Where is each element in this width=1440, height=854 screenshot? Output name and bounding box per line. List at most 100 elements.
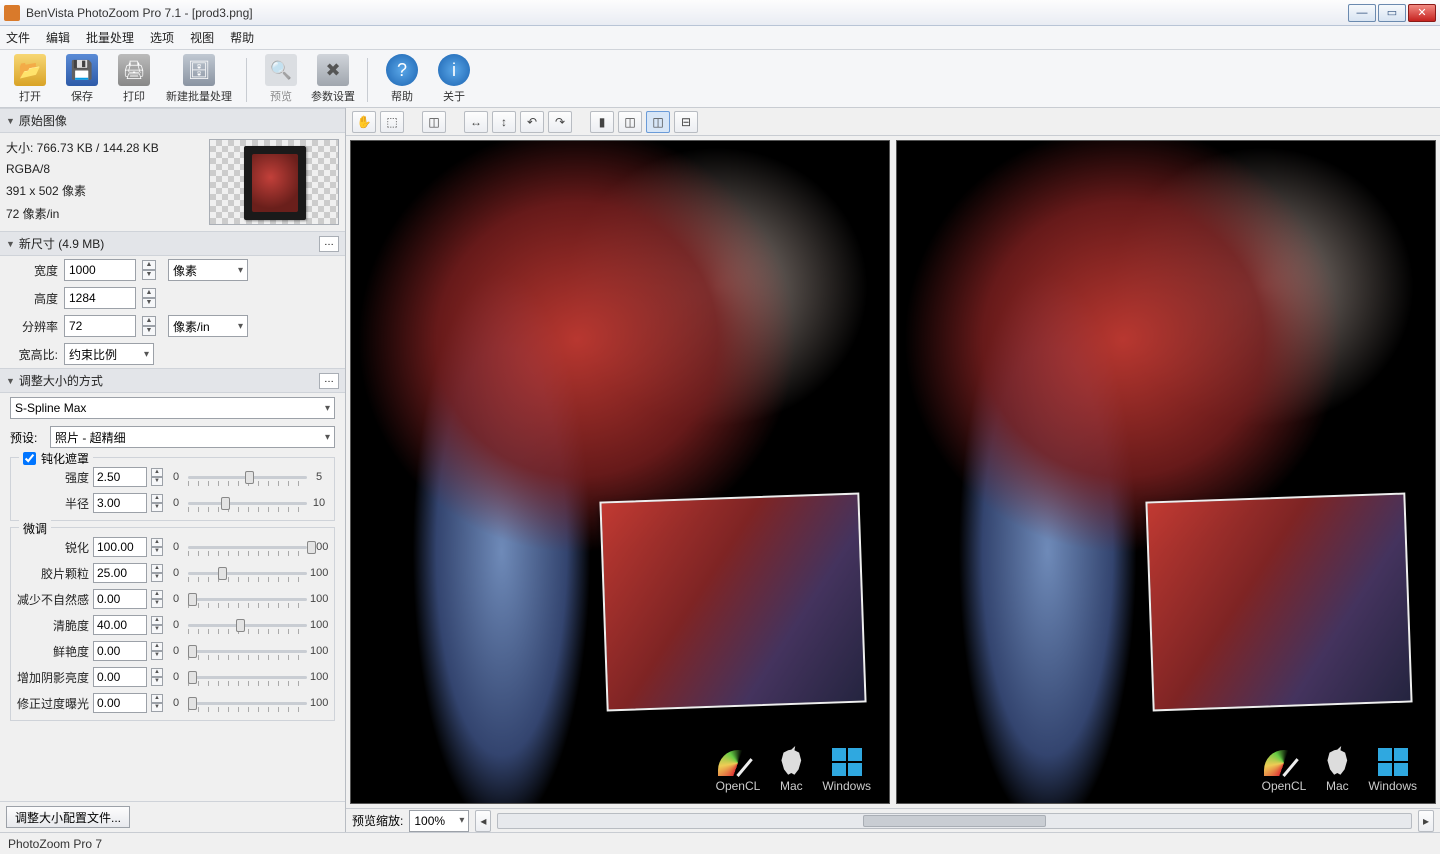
width-input[interactable]: 1000 bbox=[64, 259, 136, 281]
params-button[interactable]: ✖参数设置 bbox=[311, 54, 355, 104]
zoom-select[interactable]: 100% bbox=[409, 810, 469, 832]
flip-h-icon[interactable]: ↔ bbox=[464, 111, 488, 133]
orig-mode: RGBA/8 bbox=[6, 162, 201, 176]
layout-split-center-icon[interactable]: ◫ bbox=[618, 111, 642, 133]
flip-v-icon[interactable]: ↕ bbox=[492, 111, 516, 133]
menu-bar: 文件 编辑 批量处理 选项 视图 帮助 bbox=[0, 26, 1440, 50]
menu-options[interactable]: 选项 bbox=[150, 29, 174, 46]
crop-tool-icon[interactable]: ◫ bbox=[422, 111, 446, 133]
unsharp-strength-input[interactable]: 2.50 bbox=[93, 467, 147, 487]
window-title: BenVista PhotoZoom Pro 7.1 - [prod3.png] bbox=[26, 6, 1348, 20]
unsharp-radius-spinner[interactable]: ▲▼ bbox=[151, 494, 163, 512]
save-button[interactable]: 💾保存 bbox=[60, 54, 104, 104]
unsharp-radius-input[interactable]: 3.00 bbox=[93, 493, 147, 513]
rotate-cw-icon[interactable]: ↷ bbox=[548, 111, 572, 133]
finetune-spinner-2[interactable]: ▲▼ bbox=[151, 590, 163, 608]
preview-right[interactable]: OpenCL Mac Windows bbox=[896, 140, 1436, 804]
finetune-input-3[interactable]: 40.00 bbox=[93, 615, 147, 635]
toolbar-separator bbox=[367, 58, 368, 102]
finetune-input-2[interactable]: 0.00 bbox=[93, 589, 147, 609]
view-area: ✋ ⬚ ◫ ↔ ↕ ↶ ↷ ▮ ◫ ◫ ⊟ OpenCL Mac Windows bbox=[346, 108, 1440, 832]
finetune-input-4[interactable]: 0.00 bbox=[93, 641, 147, 661]
open-button[interactable]: 📂打开 bbox=[8, 54, 52, 104]
section-resize[interactable]: ▼ 调整大小的方式 … bbox=[0, 368, 345, 393]
menu-edit[interactable]: 编辑 bbox=[46, 29, 70, 46]
layout-split-v-icon[interactable]: ⊟ bbox=[674, 111, 698, 133]
finetune-input-5[interactable]: 0.00 bbox=[93, 667, 147, 687]
apple-icon: Mac bbox=[778, 746, 804, 793]
about-button[interactable]: i关于 bbox=[432, 54, 476, 104]
zoom-label: 预览缩放: bbox=[352, 812, 403, 829]
layout-single-icon[interactable]: ▮ bbox=[590, 111, 614, 133]
width-spinner[interactable]: ▲▼ bbox=[142, 260, 156, 280]
resize-profile-button[interactable]: 调整大小配置文件... bbox=[6, 806, 130, 828]
preset-select[interactable]: 照片 - 超精细 bbox=[50, 426, 335, 448]
method-select[interactable]: S-Spline Max bbox=[10, 397, 335, 419]
menu-view[interactable]: 视图 bbox=[190, 29, 214, 46]
resolution-input[interactable]: 72 bbox=[64, 315, 136, 337]
new-batch-button[interactable]: 🗄新建批量处理 bbox=[164, 54, 234, 104]
apple-icon: Mac bbox=[1324, 746, 1350, 793]
finetune-slider-3[interactable] bbox=[188, 624, 307, 627]
preview-left[interactable]: OpenCL Mac Windows bbox=[350, 140, 890, 804]
finetune-slider-4[interactable] bbox=[188, 650, 307, 653]
finetune-slider-0[interactable] bbox=[188, 546, 307, 549]
marquee-tool-icon[interactable]: ⬚ bbox=[380, 111, 404, 133]
finetune-input-1[interactable]: 25.00 bbox=[93, 563, 147, 583]
section-original[interactable]: ▼ 原始图像 bbox=[0, 108, 345, 133]
unsharp-strength-spinner[interactable]: ▲▼ bbox=[151, 468, 163, 486]
finetune-label: 胶片颗粒 bbox=[17, 565, 89, 582]
view-toolbar: ✋ ⬚ ◫ ↔ ↕ ↶ ↷ ▮ ◫ ◫ ⊟ bbox=[346, 108, 1440, 136]
original-thumbnail[interactable] bbox=[209, 139, 339, 225]
finetune-spinner-5[interactable]: ▲▼ bbox=[151, 668, 163, 686]
finetune-input-0[interactable]: 100.00 bbox=[93, 537, 147, 557]
unsharp-radius-slider[interactable] bbox=[188, 502, 307, 505]
print-button[interactable]: 🖨打印 bbox=[112, 54, 156, 104]
maximize-button[interactable]: ▭ bbox=[1378, 4, 1406, 22]
finetune-spinner-1[interactable]: ▲▼ bbox=[151, 564, 163, 582]
finetune-spinner-4[interactable]: ▲▼ bbox=[151, 642, 163, 660]
help-button[interactable]: ?帮助 bbox=[380, 54, 424, 104]
unsharp-fieldset: 钝化遮罩 强度 2.50 ▲▼ 05 半径 3.00 ▲▼ 010 bbox=[10, 457, 335, 521]
scroll-right-button[interactable]: ▸ bbox=[1418, 810, 1434, 832]
menu-batch[interactable]: 批量处理 bbox=[86, 29, 134, 46]
finetune-label: 增加阴影亮度 bbox=[17, 669, 89, 686]
unsharp-strength-slider[interactable] bbox=[188, 476, 307, 479]
unsharp-checkbox[interactable] bbox=[23, 452, 36, 465]
windows-icon: Windows bbox=[1368, 748, 1417, 793]
preview-inset bbox=[1145, 493, 1412, 712]
scroll-left-button[interactable]: ◂ bbox=[475, 810, 491, 832]
rotate-ccw-icon[interactable]: ↶ bbox=[520, 111, 544, 133]
preview-button[interactable]: 🔍预览 bbox=[259, 54, 303, 104]
close-button[interactable]: ✕ bbox=[1408, 4, 1436, 22]
resolution-unit-select[interactable]: 像素/in bbox=[168, 315, 248, 337]
height-input[interactable]: 1284 bbox=[64, 287, 136, 309]
layout-split-h-icon[interactable]: ◫ bbox=[646, 111, 670, 133]
section-newsize[interactable]: ▼ 新尺寸 (4.9 MB) … bbox=[0, 231, 345, 256]
finetune-slider-5[interactable] bbox=[188, 676, 307, 679]
finetune-label: 锐化 bbox=[17, 539, 89, 556]
finetune-input-6[interactable]: 0.00 bbox=[93, 693, 147, 713]
minimize-button[interactable]: — bbox=[1348, 4, 1376, 22]
width-unit-select[interactable]: 像素 bbox=[168, 259, 248, 281]
finetune-slider-1[interactable] bbox=[188, 572, 307, 575]
orig-size: 大小: 766.73 KB / 144.28 KB bbox=[6, 139, 201, 156]
horizontal-scrollbar[interactable] bbox=[497, 813, 1412, 829]
newsize-options-button[interactable]: … bbox=[319, 236, 339, 252]
resolution-spinner[interactable]: ▲▼ bbox=[142, 316, 156, 336]
orig-res: 72 像素/in bbox=[6, 205, 201, 222]
preview-inset bbox=[599, 493, 866, 712]
finetune-spinner-3[interactable]: ▲▼ bbox=[151, 616, 163, 634]
finetune-slider-2[interactable] bbox=[188, 598, 307, 601]
menu-file[interactable]: 文件 bbox=[6, 29, 30, 46]
hand-tool-icon[interactable]: ✋ bbox=[352, 111, 376, 133]
menu-help[interactable]: 帮助 bbox=[230, 29, 254, 46]
height-spinner[interactable]: ▲▼ bbox=[142, 288, 156, 308]
chevron-down-icon: ▼ bbox=[6, 239, 15, 249]
finetune-spinner-0[interactable]: ▲▼ bbox=[151, 538, 163, 556]
aspect-select[interactable]: 约束比例 bbox=[64, 343, 154, 365]
resize-options-button[interactable]: … bbox=[319, 373, 339, 389]
finetune-slider-6[interactable] bbox=[188, 702, 307, 705]
status-bar: PhotoZoom Pro 7 bbox=[0, 832, 1440, 854]
finetune-spinner-6[interactable]: ▲▼ bbox=[151, 694, 163, 712]
